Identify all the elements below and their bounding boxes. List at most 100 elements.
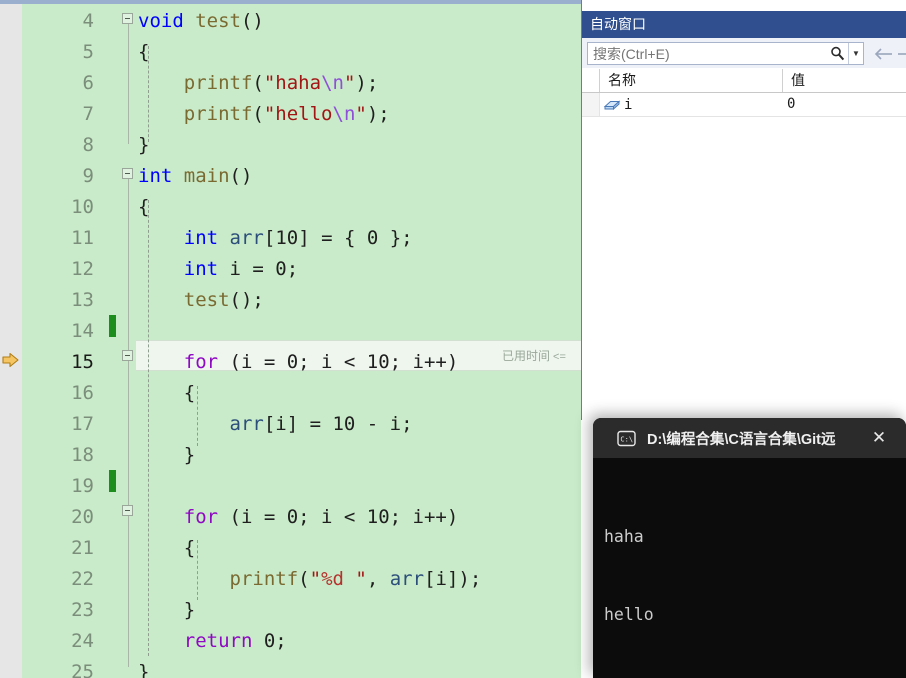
code-line[interactable]: }	[138, 440, 195, 471]
line-number: 16	[71, 382, 94, 404]
outline-collapse-box[interactable]	[122, 168, 133, 179]
code-token: (i = 0; i < 10; i++)	[218, 506, 459, 528]
code-line[interactable]: for (i = 0; i < 10; i++)	[138, 347, 459, 378]
navigate-forward-icon[interactable]	[896, 44, 906, 64]
outline-guide	[128, 22, 129, 144]
variable-value[interactable]: 0	[787, 93, 795, 116]
console-line: hello	[604, 605, 654, 624]
code-editor[interactable]: 4 void test() 5 {6 printf("haha\n"); 7 print…	[0, 0, 581, 678]
code-token: "hello	[263, 103, 333, 125]
search-box[interactable]: ▼	[587, 42, 864, 65]
console-cmd-icon: C:\	[615, 428, 637, 448]
code-token: {	[138, 382, 196, 404]
code-token: ()	[229, 165, 253, 187]
line-number: 25	[71, 661, 94, 678]
line-number: 18	[71, 444, 94, 466]
code-line[interactable]: int arr[10] = { 0 };	[138, 223, 413, 254]
console-output[interactable]: haha hello	[593, 458, 906, 678]
code-token: [i]);	[424, 568, 482, 590]
code-token: "	[343, 568, 367, 590]
editor-top-divider	[0, 0, 581, 4]
code-line[interactable]: }	[138, 130, 149, 161]
line-number: 7	[82, 103, 94, 125]
code-token: );	[355, 72, 379, 94]
column-header-name[interactable]: 名称	[600, 69, 783, 92]
console-window[interactable]: C:\ D:\编程合集\C语言合集\Git远 ✕ haha hello	[593, 418, 906, 678]
navigate-back-icon[interactable]	[872, 44, 894, 64]
code-token: int	[183, 227, 219, 249]
code-line[interactable]: printf("haha\n");	[138, 68, 379, 99]
outline-guide	[128, 177, 129, 667]
outline-collapse-box[interactable]	[122, 505, 133, 516]
console-line: haha	[604, 527, 644, 546]
code-token: }	[138, 599, 196, 621]
code-line[interactable]: }	[138, 657, 149, 678]
code-token: );	[366, 103, 390, 125]
line-number: 20	[71, 506, 94, 528]
variable-box-icon	[602, 97, 622, 113]
code-token: (	[252, 103, 264, 125]
code-line[interactable]: {	[138, 192, 149, 223]
elapsed-time-operator: <=	[553, 351, 566, 363]
outline-collapse-box[interactable]	[122, 13, 133, 24]
code-line[interactable]: void test()	[138, 6, 264, 37]
code-line[interactable]: printf("hello\n");	[138, 99, 390, 130]
code-line[interactable]: arr[i] = 10 - i;	[138, 409, 413, 440]
console-titlebar[interactable]: C:\ D:\编程合集\C语言合集\Git远 ✕	[593, 418, 906, 458]
code-line[interactable]: }	[138, 595, 195, 626]
line-number: 14	[71, 320, 94, 342]
code-token: main	[183, 165, 230, 187]
code-line[interactable]: return 0;	[138, 626, 287, 657]
line-number: 4	[82, 10, 94, 32]
line-number: 22	[71, 568, 94, 590]
code-token: for	[183, 506, 219, 528]
code-token: printf	[183, 103, 253, 125]
code-token: arr	[389, 568, 425, 590]
line-number: 6	[82, 72, 94, 94]
code-token: i = 0;	[218, 258, 299, 280]
code-line[interactable]: test();	[138, 285, 264, 316]
line-number: 8	[82, 134, 94, 156]
autos-tool-window[interactable]: 自动窗口 ▼ 名称	[581, 0, 906, 420]
line-number: 11	[71, 227, 94, 249]
line-number: 23	[71, 599, 94, 621]
search-icon[interactable]	[826, 43, 848, 64]
change-bar	[109, 315, 116, 337]
code-token: ()	[240, 10, 264, 32]
code-line[interactable]: {	[138, 533, 195, 564]
code-token: (	[298, 568, 310, 590]
svg-text:C:\: C:\	[620, 435, 633, 443]
variable-name-cell[interactable]: i	[602, 93, 632, 116]
code-line[interactable]: for (i = 0; i < 10; i++)	[138, 502, 459, 533]
code-token: for	[183, 351, 219, 373]
visual-studio-debug-screen: 4 void test() 5 {6 printf("haha\n"); 7 print…	[0, 0, 906, 678]
code-token: [i] = 10 - i;	[263, 413, 413, 435]
breakpoint-margin[interactable]	[0, 4, 22, 678]
line-number: 17	[71, 413, 94, 435]
line-number: 5	[82, 41, 94, 63]
close-icon[interactable]: ✕	[870, 429, 888, 447]
change-bar	[109, 470, 116, 492]
line-number: 13	[71, 289, 94, 311]
autos-grid-header: 名称 值	[582, 69, 906, 93]
code-token: arr	[229, 227, 264, 249]
table-row[interactable]: i 0	[582, 93, 906, 117]
code-token: {	[138, 41, 150, 63]
variable-name: i	[624, 96, 633, 113]
code-token: test	[183, 289, 230, 311]
search-input[interactable]	[588, 45, 826, 62]
code-line[interactable]: {	[138, 37, 149, 68]
code-line[interactable]: printf("%d ", arr[i]);	[138, 564, 482, 595]
chevron-down-icon[interactable]: ▼	[848, 43, 863, 64]
code-token: "	[309, 568, 322, 590]
code-line[interactable]: int main()	[138, 161, 252, 192]
line-number: 9	[82, 165, 94, 187]
line-number: 12	[71, 258, 94, 280]
line-number: 24	[71, 630, 94, 652]
code-line[interactable]: {	[138, 378, 195, 409]
outline-collapse-box[interactable]	[122, 350, 133, 361]
column-header-value[interactable]: 值	[783, 69, 906, 92]
code-line[interactable]: int i = 0;	[138, 254, 298, 285]
